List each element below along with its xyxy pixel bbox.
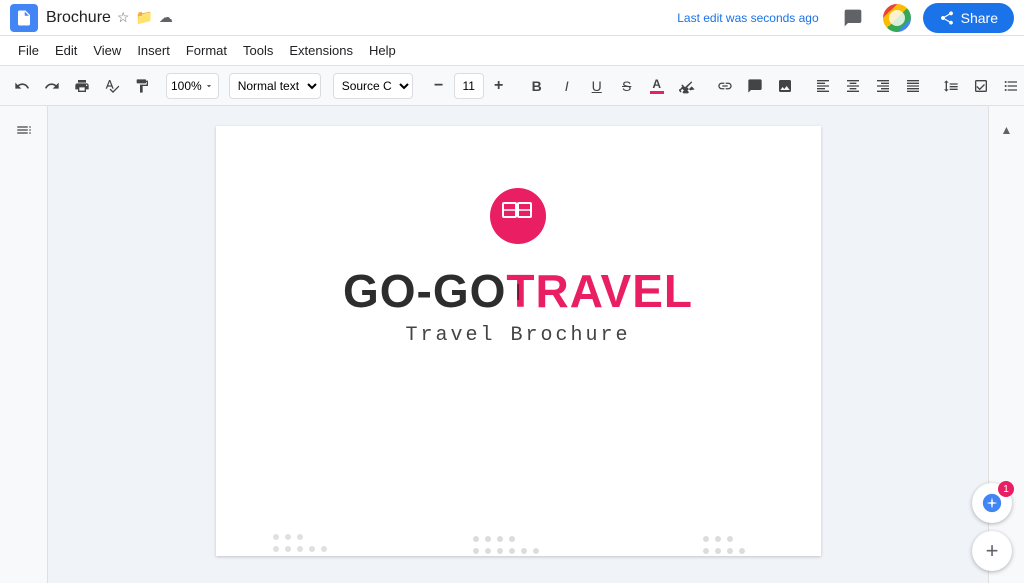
- canvas-area[interactable]: GO-GO TRAVEL Travel Brochure: [48, 106, 988, 583]
- header-icons: Share: [835, 0, 1014, 36]
- star-icon[interactable]: ☆: [117, 9, 130, 26]
- logo-section: GO-GO TRAVEL Travel Brochure: [343, 186, 693, 347]
- document-title[interactable]: Brochure: [46, 9, 111, 27]
- text-color-button[interactable]: A: [643, 72, 671, 100]
- add-content-button[interactable]: +: [972, 531, 1012, 571]
- align-left-button[interactable]: [809, 72, 837, 100]
- share-button[interactable]: Share: [923, 3, 1014, 33]
- zoom-value: 100%: [171, 79, 202, 93]
- last-edit-status: Last edit was seconds ago: [677, 11, 818, 25]
- text-style-select[interactable]: Normal text Heading 1 Heading 2: [229, 73, 321, 99]
- menu-edit[interactable]: Edit: [47, 39, 85, 62]
- spelling-button[interactable]: [98, 72, 126, 100]
- font-select[interactable]: Source Co... Arial Times New Roman: [333, 73, 413, 99]
- paint-format-button[interactable]: [128, 72, 156, 100]
- notification-badge: 1: [998, 481, 1014, 497]
- bottom-decorations: [216, 496, 821, 556]
- font-size-decrease[interactable]: −: [425, 72, 453, 100]
- user-avatar[interactable]: [881, 2, 913, 34]
- font-size-increase[interactable]: +: [485, 72, 513, 100]
- font-size-controls: − 11 +: [425, 72, 513, 100]
- toolbar: 100% Normal text Heading 1 Heading 2 Sou…: [0, 66, 1024, 106]
- menu-bar: File Edit View Insert Format Tools Exten…: [0, 36, 1024, 66]
- checklist-button[interactable]: [967, 72, 995, 100]
- menu-extensions[interactable]: Extensions: [281, 39, 361, 62]
- folder-icon[interactable]: 📁: [135, 9, 152, 26]
- title-bar: Brochure ☆ 📁 ☁ Last edit was seconds ago…: [0, 0, 1024, 36]
- add-icon: +: [986, 538, 999, 564]
- menu-insert[interactable]: Insert: [129, 39, 178, 62]
- link-button[interactable]: [711, 72, 739, 100]
- comment-icon[interactable]: [835, 0, 871, 36]
- menu-format[interactable]: Format: [178, 39, 235, 62]
- strikethrough-button[interactable]: S: [613, 72, 641, 100]
- line-spacing-button[interactable]: [937, 72, 965, 100]
- underline-button[interactable]: U: [583, 72, 611, 100]
- brand-prefix: GO-GO: [343, 264, 506, 318]
- menu-help[interactable]: Help: [361, 39, 404, 62]
- image-button[interactable]: [771, 72, 799, 100]
- comment-toolbar-button[interactable]: [741, 72, 769, 100]
- gemini-button[interactable]: 1: [972, 483, 1012, 523]
- zoom-control[interactable]: 100%: [166, 73, 219, 99]
- italic-button[interactable]: I: [553, 72, 581, 100]
- text-cursor: [518, 284, 519, 300]
- document-page[interactable]: GO-GO TRAVEL Travel Brochure: [216, 126, 821, 556]
- font-size-input[interactable]: 11: [454, 73, 484, 99]
- undo-button[interactable]: [8, 72, 36, 100]
- brand-suffix: TRAVEL: [506, 264, 693, 318]
- print-button[interactable]: [68, 72, 96, 100]
- document-area: GO-GO TRAVEL Travel Brochure: [0, 106, 1024, 583]
- doc-icon: [10, 4, 38, 32]
- bold-button[interactable]: B: [523, 72, 551, 100]
- highlight-button[interactable]: [673, 72, 701, 100]
- bullet-list-button[interactable]: [997, 72, 1024, 100]
- right-panel-up[interactable]: ▲: [991, 114, 1023, 146]
- share-label: Share: [961, 10, 998, 26]
- menu-file[interactable]: File: [10, 39, 47, 62]
- align-right-button[interactable]: [869, 72, 897, 100]
- outline-icon[interactable]: [8, 114, 40, 146]
- title-action-icons: ☆ 📁 ☁: [117, 9, 173, 26]
- menu-view[interactable]: View: [85, 39, 129, 62]
- cloud-icon[interactable]: ☁: [159, 9, 173, 26]
- left-panel: [0, 106, 48, 583]
- justify-button[interactable]: [899, 72, 927, 100]
- floating-action-buttons: 1 +: [972, 483, 1012, 571]
- redo-button[interactable]: [38, 72, 66, 100]
- align-center-button[interactable]: [839, 72, 867, 100]
- brand-subtitle: Travel Brochure: [405, 324, 630, 347]
- menu-tools[interactable]: Tools: [235, 39, 281, 62]
- map-pin-logo: [488, 186, 548, 256]
